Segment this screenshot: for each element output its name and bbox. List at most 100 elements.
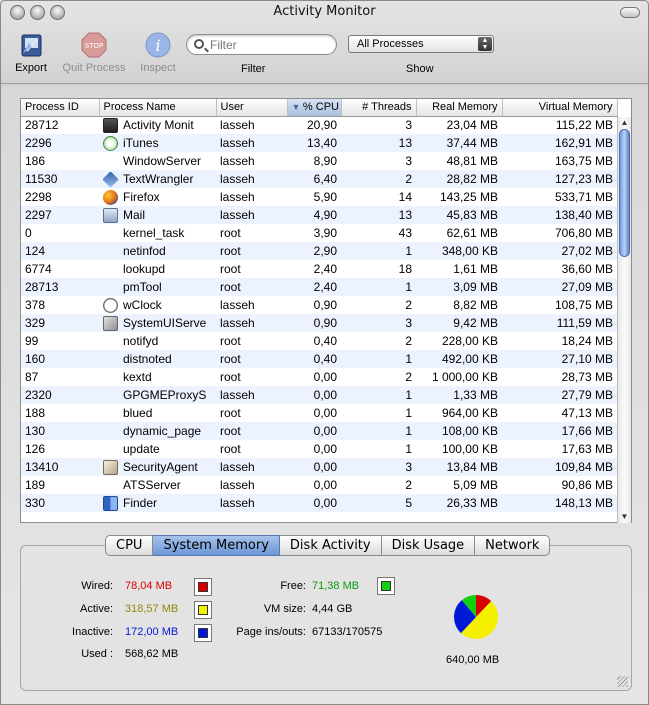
memory-pie-chart xyxy=(454,595,499,640)
table-row[interactable]: 11530 TextWrangler lasseh 6,40 2 28,82 MB 127,… xyxy=(21,170,617,188)
export-button[interactable]: Export xyxy=(11,31,51,74)
column-header-process-name[interactable]: Process Name xyxy=(99,99,217,117)
table-row[interactable]: 329 SystemUIServe lasseh 0,90 3 9,42 MB 111,59… xyxy=(21,314,617,332)
user-cell: lasseh xyxy=(216,386,287,404)
table-row[interactable]: 87 kextd root 0,00 2 1 000,00 KB 28,73 MB xyxy=(21,368,617,386)
threads-cell: 14 xyxy=(398,190,412,204)
table-row[interactable]: 2320 GPGMEProxyS lasseh 0,00 1 1,33 MB 27,79 M… xyxy=(21,386,617,404)
process-name: pmTool xyxy=(103,280,212,295)
cpu-cell: 0,00 xyxy=(287,494,341,512)
table-row[interactable]: 2297 Mail lasseh 4,90 13 45,83 MB 138,40 MB xyxy=(21,206,617,224)
column-header-pid[interactable]: Process ID xyxy=(21,99,100,117)
threads-cell: 2 xyxy=(405,298,412,312)
inactive-label: Inactive: xyxy=(72,626,113,638)
user-cell: root xyxy=(216,422,287,440)
cpu-cell: 20,90 xyxy=(306,118,337,133)
table-row[interactable]: 28713 pmTool root 2,40 1 3,09 MB 27,09 MB xyxy=(21,278,617,296)
column-header-cpu[interactable]: ▼ % CPU xyxy=(287,99,342,117)
process-name: distnoted xyxy=(103,352,212,367)
memory-total: 640,00 MB xyxy=(446,654,500,666)
scroll-up-arrow-icon[interactable]: ▲ xyxy=(618,117,631,129)
process-name-text: WindowServer xyxy=(123,154,202,168)
column-header-virtual-memory[interactable]: Virtual Memory xyxy=(502,99,618,117)
table-row[interactable]: 124 netinfod root 2,90 1 348,00 KB 27,02 MB xyxy=(21,242,617,260)
table-row[interactable]: 13410 SecurityAgent lasseh 0,00 3 13,84 MB 109… xyxy=(21,458,617,476)
table-row[interactable]: 28712 Activity Monit lasseh 20,90 3 23,04 MB 1… xyxy=(21,116,617,134)
virtual-memory-cell: 533,71 MB xyxy=(554,190,613,204)
column-header-real-memory[interactable]: Real Memory xyxy=(416,99,503,117)
process-name: GPGMEProxyS xyxy=(103,388,212,403)
inspect-button[interactable]: i Inspect xyxy=(135,31,181,74)
process-name: Firefox xyxy=(103,189,212,205)
resize-grip[interactable] xyxy=(617,676,628,687)
table-row[interactable]: 188 blued root 0,00 1 964,00 KB 47,13 MB xyxy=(21,404,617,422)
cpu-cell: 4,90 xyxy=(287,206,341,224)
no-app-icon xyxy=(103,244,118,259)
column-header-user[interactable]: User xyxy=(216,99,288,117)
process-name-cell: wClock xyxy=(99,296,216,314)
virtual-memory-cell: 27,10 MB xyxy=(502,350,617,368)
table-row[interactable]: 378 wClock lasseh 0,90 2 8,82 MB 108,75 MB xyxy=(21,296,617,314)
table-row[interactable]: 189 ATSServer lasseh 0,00 2 5,09 MB 90,86 MB xyxy=(21,476,617,494)
app-itunes-icon xyxy=(103,135,118,151)
no-app-icon xyxy=(103,406,118,421)
free-label: Free: xyxy=(280,580,306,592)
user-cell: lasseh xyxy=(220,190,255,204)
used-value: 568,62 MB xyxy=(125,648,179,660)
tab-network[interactable]: Network xyxy=(475,535,551,556)
process-name: Activity Monit xyxy=(103,117,212,133)
quit-process-button[interactable]: STOP Quit Process xyxy=(59,31,129,74)
table-row[interactable]: 126 update root 0,00 1 100,00 KB 17,63 MB xyxy=(21,440,617,458)
filter-input[interactable] xyxy=(208,37,330,52)
free-color-swatch[interactable] xyxy=(377,577,395,595)
table-row[interactable]: 2298 Firefox lasseh 5,90 14 143,25 MB 533,71 M… xyxy=(21,188,617,206)
user-cell: lasseh xyxy=(220,298,255,312)
app-clock-icon xyxy=(103,297,118,313)
column-header-threads[interactable]: # Threads xyxy=(341,99,417,117)
tab-system-memory[interactable]: System Memory xyxy=(153,535,280,556)
cpu-cell: 2,40 xyxy=(287,278,341,296)
pid-cell: 378 xyxy=(25,298,46,312)
filter-search-field[interactable] xyxy=(186,34,337,55)
process-name-cell: ATSServer xyxy=(99,476,216,494)
threads-cell: 3 xyxy=(405,154,412,168)
real-memory-cell: 37,44 MB xyxy=(416,134,502,152)
table-row[interactable]: 186 WindowServer lasseh 8,90 3 48,81 MB 163,75… xyxy=(21,152,617,170)
cpu-cell: 8,90 xyxy=(313,154,337,168)
monitor-tab-bar: CPU System Memory Disk Activity Disk Usage N… xyxy=(105,535,551,556)
vertical-scrollbar[interactable]: ▲ ▼ xyxy=(617,117,631,523)
user-cell: lasseh xyxy=(216,134,287,152)
table-row[interactable]: 6774 lookupd root 2,40 18 1,61 MB 36,60 MB xyxy=(21,260,617,278)
window-title: Activity Monitor xyxy=(273,4,376,19)
table-row[interactable]: 330 Finder lasseh 0,00 5 26,33 MB 148,13 MB xyxy=(21,494,617,512)
scroll-down-arrow-icon[interactable]: ▼ xyxy=(618,511,631,523)
app-tw-icon xyxy=(103,171,119,187)
table-row[interactable]: 99 notifyd root 0,40 2 228,00 KB 18,24 MB xyxy=(21,332,617,350)
pid-cell: 6774 xyxy=(25,262,52,276)
tab-disk-usage[interactable]: Disk Usage xyxy=(381,535,476,556)
magnifier-icon xyxy=(194,39,204,49)
real-memory-cell: 26,33 MB xyxy=(416,494,502,512)
tab-disk-activity[interactable]: Disk Activity xyxy=(279,535,382,556)
process-name-text: Firefox xyxy=(123,190,160,204)
show-processes-select[interactable]: All Processes ▲ ▼ xyxy=(348,35,494,53)
user-cell: root xyxy=(220,334,241,348)
threads-cell: 13 xyxy=(341,206,416,224)
no-app-icon xyxy=(103,262,118,277)
threads-cell: 2 xyxy=(341,170,416,188)
user-cell: root xyxy=(216,350,287,368)
vm-size-label: VM size: xyxy=(263,603,306,615)
toolbar-toggle-button[interactable] xyxy=(620,7,640,18)
real-memory-cell: 62,61 MB xyxy=(446,226,498,240)
virtual-memory-cell: 18,24 MB xyxy=(561,334,613,348)
tab-cpu[interactable]: CPU xyxy=(105,535,154,556)
stop-sign-icon: STOP xyxy=(81,32,107,58)
table-row[interactable]: 160 distnoted root 0,40 1 492,00 KB 27,10 MB xyxy=(21,350,617,368)
pid-cell: 126 xyxy=(25,442,46,456)
table-row[interactable]: 130 dynamic_page root 0,00 1 108,00 KB 17,66 M… xyxy=(21,422,617,440)
scrollbar-thumb[interactable] xyxy=(619,129,630,257)
process-name-text: TextWrangler xyxy=(123,172,194,186)
table-row[interactable]: 2296 iTunes lasseh 13,40 13 37,44 MB 162,91 MB xyxy=(21,134,617,152)
table-row[interactable]: 0 kernel_task root 3,90 43 62,61 MB 706,80 MB xyxy=(21,224,617,242)
cpu-cell: 0,00 xyxy=(287,386,341,404)
